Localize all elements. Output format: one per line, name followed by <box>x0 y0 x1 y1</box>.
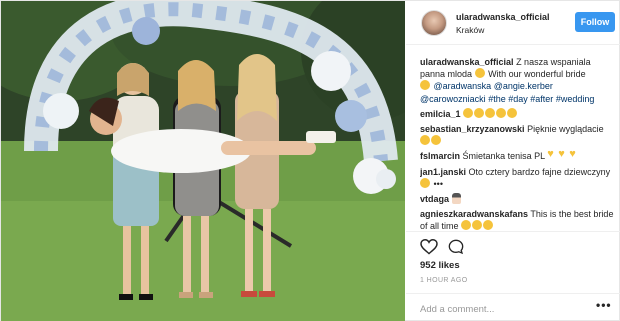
caption-hashtag[interactable]: #day <box>508 94 528 104</box>
comment-item: jan1.janski Oto cztery bardzo fajne dzie… <box>420 166 616 190</box>
comment-item: fslmarcin Śmietanka tenisa PL <box>420 148 616 162</box>
smiling-face-emoji-icon <box>431 135 441 146</box>
post-side-panel: ularadwanska_official Kraków Follow ular… <box>406 1 620 321</box>
sunglasses-emoji-icon <box>420 80 430 91</box>
add-comment-input[interactable] <box>420 302 590 316</box>
comment-text: Oto cztery bardzo fajne dziewczyny <box>468 166 611 177</box>
caption-hashtag[interactable]: #the <box>488 94 506 104</box>
heart-eyes-emoji-icon <box>483 220 494 231</box>
avatar[interactable] <box>421 10 447 36</box>
comment-username[interactable]: sebastian_krzyzanowski <box>420 124 525 134</box>
bride-emoji-icon <box>451 193 461 205</box>
comment-text: Śmietanka tenisa PL <box>462 151 545 162</box>
yellow-heart-icon <box>558 148 568 160</box>
heart-eyes-emoji-icon <box>507 107 518 118</box>
comment-item: agnieszkaradwanskafans This is the best … <box>420 208 616 231</box>
action-bar <box>406 231 620 259</box>
smiling-face-emoji-icon <box>420 177 430 188</box>
caption-mention[interactable]: @carowozniacki <box>420 94 486 104</box>
comment-item: sebastian_krzyzanowski Pięknie wyglądaci… <box>420 123 616 147</box>
comment-username[interactable]: agnieszkaradwanskafans <box>420 209 528 219</box>
heart-eyes-emoji-icon <box>463 107 474 118</box>
caption-text-2: With our wonderful bride <box>488 69 586 80</box>
wedding-photo-illustration <box>1 1 405 321</box>
comment-item: vtdaga <box>420 193 616 205</box>
caption-mention[interactable]: @aradwanska <box>434 81 492 91</box>
comments-list: ularadwanska_official Z nasza wspaniala … <box>420 56 616 231</box>
comment-username[interactable]: fslmarcin <box>420 151 460 161</box>
smiling-face-emoji-icon <box>420 135 430 146</box>
heart-eyes-emoji-icon <box>485 107 496 118</box>
post-timestamp: 1 HOUR AGO <box>420 277 468 284</box>
caption-hashtag[interactable]: #after <box>530 94 553 104</box>
comment-username[interactable]: vtdaga <box>420 194 449 204</box>
caption-mention[interactable]: @angie.kerber <box>494 81 553 91</box>
caption-hashtag[interactable]: #wedding <box>556 94 595 104</box>
yellow-heart-icon <box>569 148 579 160</box>
caption-username[interactable]: ularadwanska_official <box>420 57 514 67</box>
caption: ularadwanska_official Z nasza wspaniala … <box>420 56 616 105</box>
comment-text: Pięknie wyglądacie <box>527 124 604 135</box>
header-location[interactable]: Kraków <box>456 25 484 35</box>
comment-username[interactable]: jan1.janski <box>420 167 466 177</box>
post-header: ularadwanska_official Kraków Follow <box>406 1 620 45</box>
heart-eyes-emoji-icon <box>496 107 507 118</box>
comment-item: emilcia_1 <box>420 107 616 120</box>
heart-eyes-emoji-icon <box>474 107 485 118</box>
like-count[interactable]: 952 likes <box>420 260 460 271</box>
comment-username[interactable]: emilcia_1 <box>420 109 461 119</box>
sunglasses-emoji-icon <box>474 68 485 79</box>
more-options-icon[interactable]: ••• <box>596 298 612 312</box>
heart-eyes-emoji-icon <box>472 220 483 231</box>
add-comment-bar: ••• <box>406 293 620 321</box>
heart-outline-icon[interactable] <box>420 239 438 255</box>
follow-button[interactable]: Follow <box>575 12 615 32</box>
instagram-post: ularadwanska_official Kraków Follow ular… <box>0 0 620 321</box>
speech-bubble-icon[interactable] <box>447 239 465 255</box>
more-dots-icon: ••• <box>433 178 443 189</box>
header-username[interactable]: ularadwanska_official <box>456 12 550 22</box>
heart-eyes-emoji-icon <box>461 220 472 231</box>
yellow-heart-icon <box>547 148 557 160</box>
post-photo[interactable] <box>1 1 405 321</box>
